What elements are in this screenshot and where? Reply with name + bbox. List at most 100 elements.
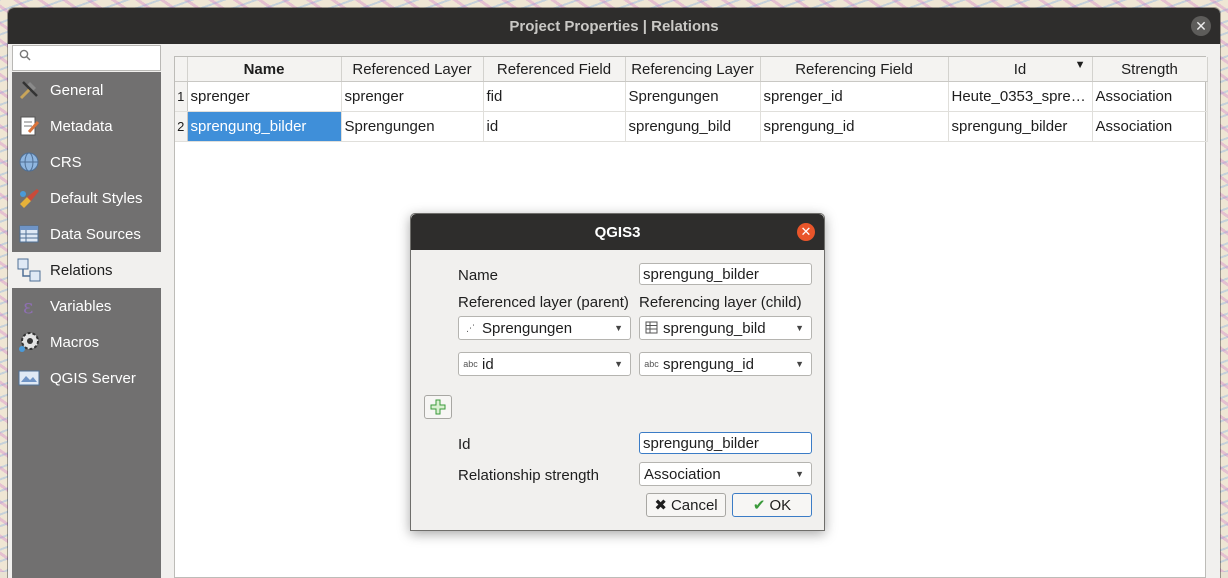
table-cell[interactable]: fid (483, 81, 626, 112)
column-header-referencing-layer[interactable]: Referencing Layer (625, 57, 761, 82)
sidebar-item-label: Data Sources (50, 225, 141, 243)
relations-table: Name Referenced Layer Referenced Field R… (175, 57, 1208, 142)
sidebar-item-label: Variables (50, 297, 112, 315)
column-header-referenced-layer[interactable]: Referenced Layer (341, 57, 484, 82)
table-row[interactable]: 2 sprengung_bilder Sprengungen id spreng… (175, 111, 1208, 142)
referenced-layer-combo[interactable]: ⋰ Sprengungen ▼ (458, 316, 631, 340)
combo-value: id (482, 355, 494, 373)
strength-combo[interactable]: Association ▼ (639, 462, 812, 486)
table-cell[interactable]: Heute_0353_spre… (948, 81, 1093, 112)
sidebar-item-qgis-server[interactable]: QGIS Server (12, 360, 161, 396)
column-header-id[interactable]: Id ▼ (948, 57, 1093, 82)
sidebar-item-default-styles[interactable]: Default Styles (12, 180, 161, 216)
chevron-down-icon: ▼ (614, 359, 623, 369)
referenced-layer-label: Referenced layer (parent) (458, 294, 629, 311)
referencing-layer-combo[interactable]: sprengung_bild ▼ (639, 316, 812, 340)
table-cell[interactable]: Sprengungen (341, 111, 484, 142)
row-number[interactable]: 2 (175, 111, 188, 142)
text-field-type-icon: abc (463, 359, 478, 369)
table-cell[interactable]: sprenger (187, 81, 342, 112)
cancel-button[interactable]: ✖ Cancel (646, 493, 726, 517)
relations-icon (16, 257, 42, 283)
table-cell[interactable]: Association (1092, 111, 1208, 142)
column-header-strength[interactable]: Strength (1092, 57, 1208, 82)
sidebar-item-variables[interactable]: ε Variables (12, 288, 161, 324)
relation-dialog: QGIS3 ✕ Name sprengung_bilder Referenced… (410, 213, 825, 531)
sidebar-item-label: QGIS Server (50, 369, 136, 387)
sidebar-item-macros[interactable]: Macros (12, 324, 161, 360)
id-label: Id (458, 436, 471, 453)
dialog-close-icon[interactable]: ✕ (797, 223, 815, 241)
referenced-field-combo[interactable]: abc id ▼ (458, 352, 631, 376)
name-input[interactable]: sprengung_bilder (639, 263, 812, 285)
id-input[interactable]: sprengung_bilder (639, 432, 812, 454)
sidebar-item-label: Macros (50, 333, 100, 351)
row-number[interactable]: 1 (175, 81, 188, 112)
referencing-field-combo[interactable]: abc sprengung_id ▼ (639, 352, 812, 376)
sidebar-item-label: Metadata (50, 117, 113, 135)
plus-icon (430, 399, 446, 415)
name-label: Name (458, 267, 499, 284)
sidebar-item-data-sources[interactable]: Data Sources (12, 216, 161, 252)
sidebar-search-input[interactable] (12, 45, 161, 71)
table-icon (16, 221, 42, 247)
metadata-icon (16, 113, 42, 139)
cancel-x-icon: ✖ (654, 497, 667, 514)
window-title: Project Properties | Relations (509, 17, 719, 35)
table-layer-icon (644, 321, 659, 336)
chevron-down-icon: ▼ (795, 323, 804, 333)
strength-label: Relationship strength (458, 467, 599, 484)
chevron-down-icon: ▼ (614, 323, 623, 333)
sidebar-item-label: Default Styles (50, 189, 143, 207)
table-cell-selected[interactable]: sprengung_bilder (187, 111, 342, 142)
macros-icon (16, 329, 42, 355)
sidebar-item-label: CRS (50, 153, 82, 171)
search-icon (19, 49, 31, 64)
table-cell[interactable]: id (483, 111, 626, 142)
table-cell[interactable]: sprenger_id (760, 81, 949, 112)
table-cell[interactable]: sprenger (341, 81, 484, 112)
cancel-button-label: Cancel (670, 496, 718, 514)
table-cell[interactable]: sprengung_bild (625, 111, 761, 142)
table-row[interactable]: 1 sprenger sprenger fid Sprengungen spre… (175, 81, 1208, 112)
text-field-type-icon: abc (644, 359, 659, 369)
combo-value: Sprengungen (482, 319, 573, 337)
styles-icon (16, 185, 42, 211)
svg-text:ε: ε (23, 294, 33, 318)
check-icon: ✔ (752, 497, 766, 514)
sidebar-item-metadata[interactable]: Metadata (12, 108, 161, 144)
dialog-title: QGIS3 (594, 223, 641, 241)
column-header-name[interactable]: Name (187, 57, 342, 82)
ok-button[interactable]: ✔ OK (732, 493, 812, 517)
sidebar-item-label: General (50, 81, 104, 99)
add-field-pair-button[interactable] (424, 395, 452, 419)
table-header-row: Name Referenced Layer Referenced Field R… (175, 57, 1208, 82)
sidebar-item-general[interactable]: General (12, 72, 161, 108)
combo-value: sprengung_id (663, 355, 754, 373)
server-icon (16, 365, 42, 391)
window-titlebar: Project Properties | Relations ✕ (8, 8, 1220, 44)
table-cell[interactable]: Association (1092, 81, 1208, 112)
corner-header (175, 57, 188, 82)
combo-value: sprengung_bild (663, 319, 766, 337)
sidebar-nav-list: General Metadata CRS Default Styles Data… (12, 72, 161, 578)
variables-icon: ε (16, 293, 42, 319)
referencing-layer-label: Referencing layer (child) (639, 294, 802, 311)
sort-arrow-icon: ▼ (1074, 59, 1086, 71)
combo-value: Association (644, 465, 721, 483)
column-header-referencing-field[interactable]: Referencing Field (760, 57, 949, 82)
column-header-referenced-field[interactable]: Referenced Field (483, 57, 626, 82)
table-cell[interactable]: Sprengungen (625, 81, 761, 112)
sidebar-item-crs[interactable]: CRS (12, 144, 161, 180)
sidebar: General Metadata CRS Default Styles Data… (12, 44, 161, 578)
globe-icon (16, 149, 42, 175)
dialog-titlebar: QGIS3 ✕ (411, 214, 824, 250)
tools-icon (16, 77, 42, 103)
sidebar-item-label: Relations (50, 261, 113, 279)
sidebar-item-relations[interactable]: Relations (12, 252, 161, 288)
table-cell[interactable]: sprengung_id (760, 111, 949, 142)
point-layer-icon: ⋰ (466, 322, 475, 333)
table-cell[interactable]: sprengung_bilder (948, 111, 1093, 142)
ok-button-label: OK (769, 496, 792, 514)
window-close-icon[interactable]: ✕ (1191, 16, 1211, 36)
